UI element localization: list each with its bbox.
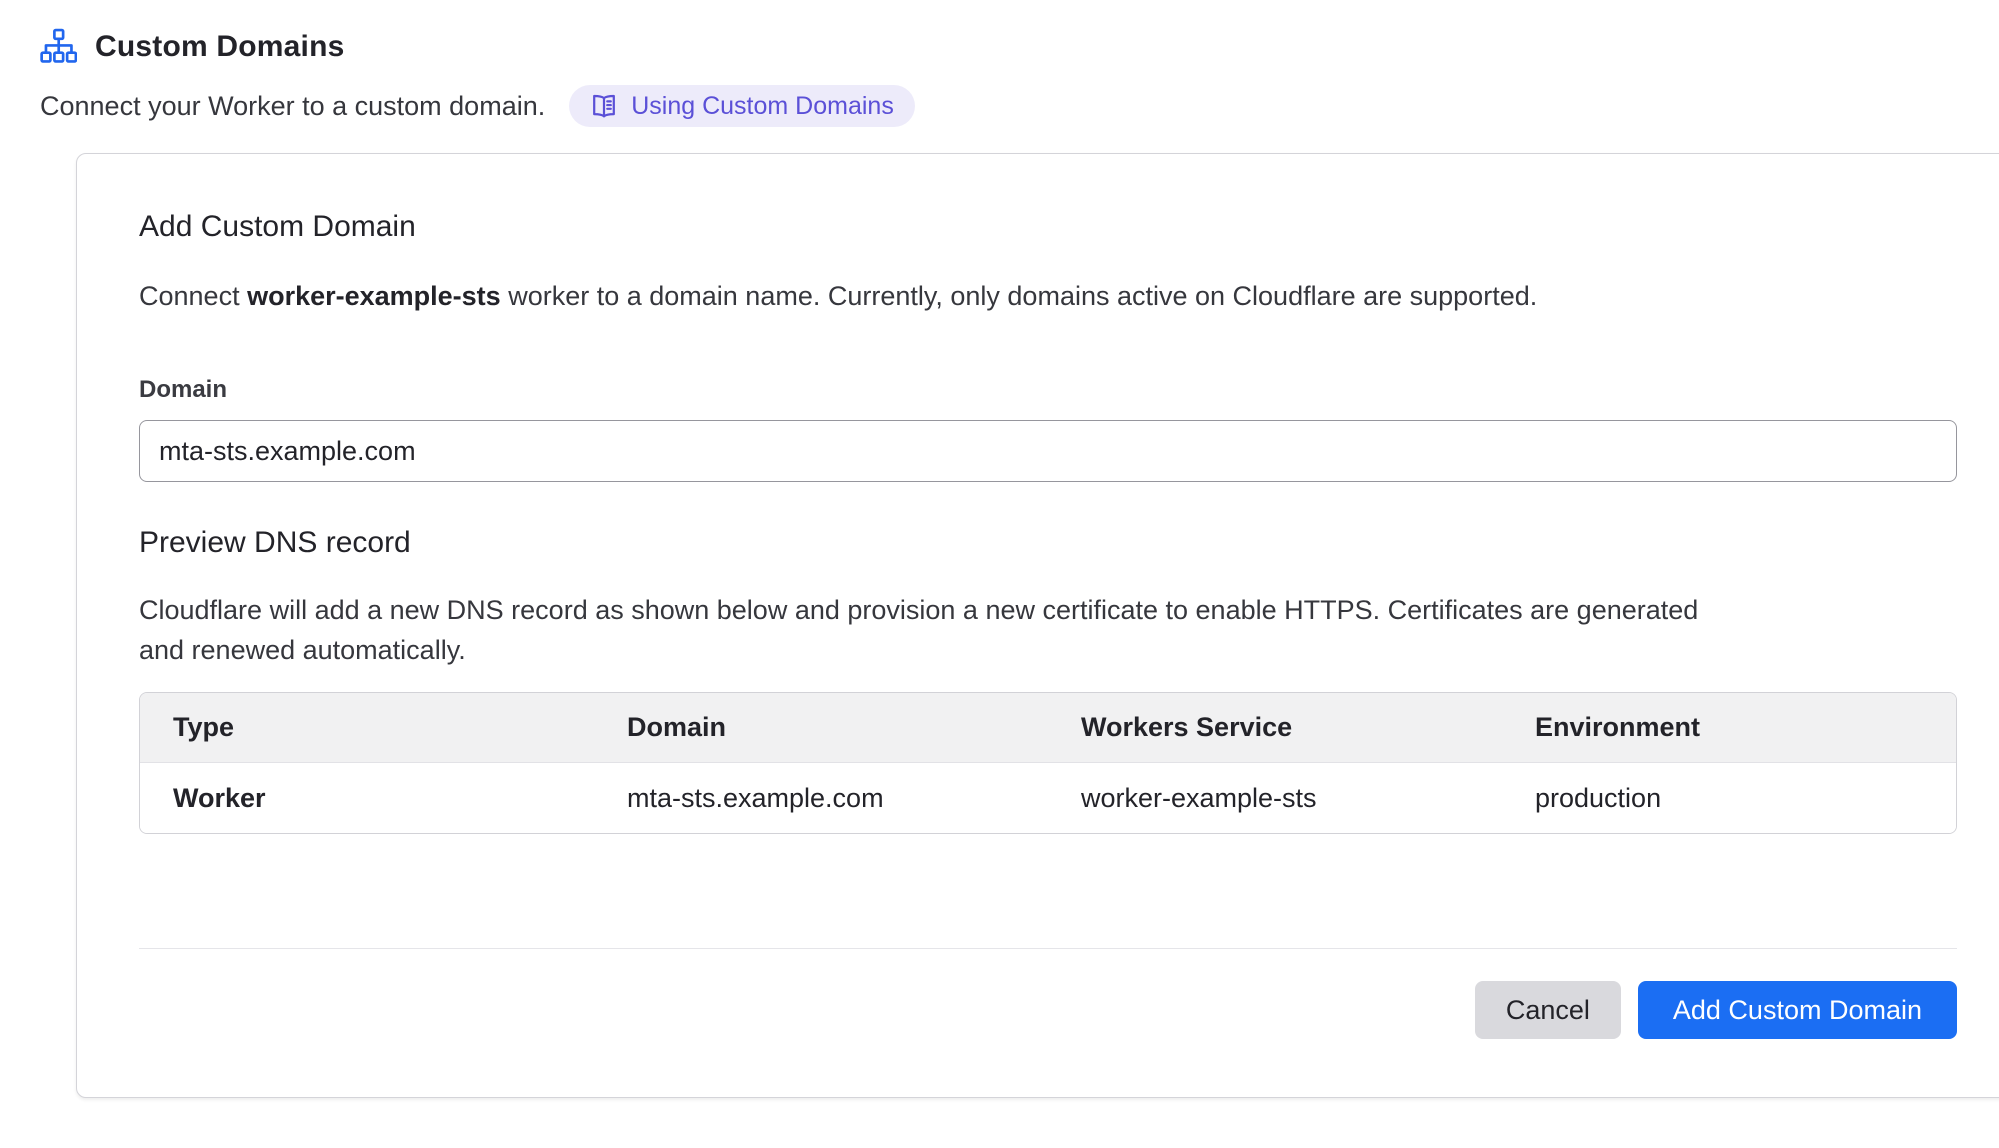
cancel-button[interactable]: Cancel	[1475, 981, 1621, 1039]
book-icon	[590, 92, 618, 120]
cell-type: Worker	[140, 763, 594, 833]
description-suffix: worker to a domain name. Currently, only…	[501, 281, 1538, 311]
column-header-domain: Domain	[594, 693, 1048, 763]
page-title: Custom Domains	[95, 30, 345, 64]
table-header-row: Type Domain Workers Service Environment	[140, 693, 1956, 763]
domain-label: Domain	[139, 376, 1957, 404]
custom-domains-page: Custom Domains Connect your Worker to a …	[0, 0, 1999, 1098]
cell-domain: mta-sts.example.com	[594, 763, 1048, 833]
description-prefix: Connect	[139, 281, 247, 311]
worker-name: worker-example-sts	[247, 281, 501, 311]
sitemap-icon	[40, 28, 77, 65]
page-header: Custom Domains Connect your Worker to a …	[40, 28, 1999, 127]
preview-heading: Preview DNS record	[139, 526, 1957, 560]
table-row: Worker mta-sts.example.com worker-exampl…	[140, 763, 1956, 833]
add-custom-domain-card: Add Custom Domain Connect worker-example…	[76, 153, 1999, 1098]
column-header-workers-service: Workers Service	[1048, 693, 1502, 763]
page-subtitle: Connect your Worker to a custom domain.	[40, 91, 545, 122]
column-header-type: Type	[140, 693, 594, 763]
card-description: Connect worker-example-sts worker to a d…	[139, 276, 1957, 316]
cell-workers-service: worker-example-sts	[1048, 763, 1502, 833]
subtitle-row: Connect your Worker to a custom domain. …	[40, 85, 1999, 127]
footer-actions: Cancel Add Custom Domain	[139, 981, 1957, 1039]
docs-link-using-custom-domains[interactable]: Using Custom Domains	[569, 85, 915, 127]
title-row: Custom Domains	[40, 28, 1999, 65]
domain-input[interactable]	[139, 420, 1957, 482]
card-heading: Add Custom Domain	[139, 210, 1957, 244]
footer-divider	[139, 948, 1957, 949]
column-header-environment: Environment	[1502, 693, 1956, 763]
docs-link-label: Using Custom Domains	[631, 92, 894, 121]
add-custom-domain-button[interactable]: Add Custom Domain	[1638, 981, 1957, 1039]
preview-description: Cloudflare will add a new DNS record as …	[139, 590, 1719, 670]
cell-environment: production	[1502, 763, 1956, 833]
dns-preview-table: Type Domain Workers Service Environment …	[139, 692, 1957, 834]
